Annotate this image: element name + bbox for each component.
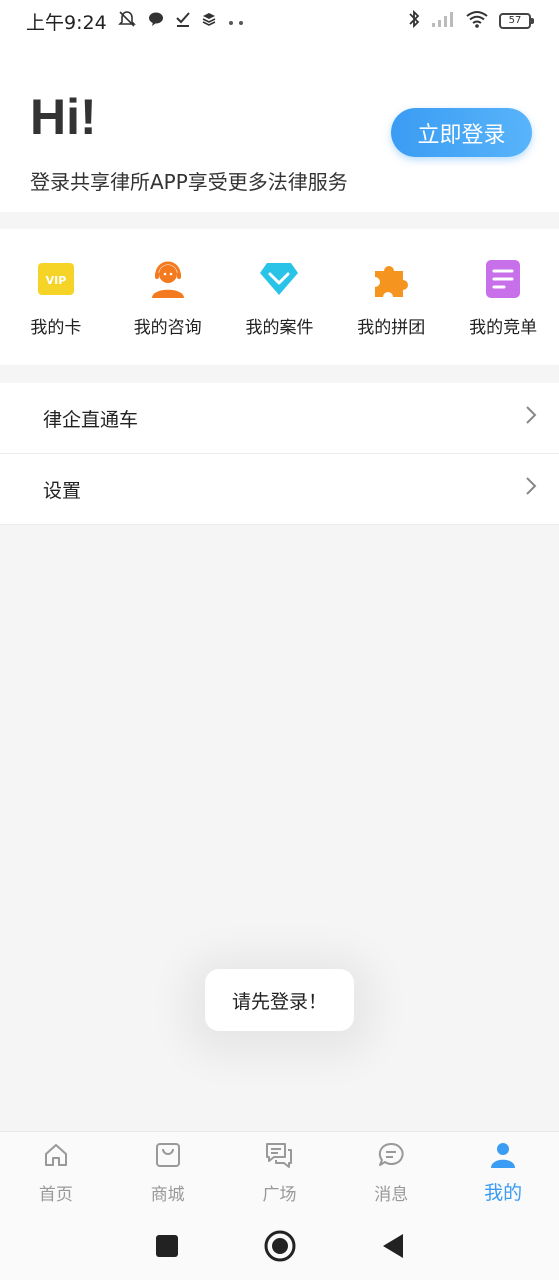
status-time: 上午9:24: [26, 11, 107, 34]
quick-link-label: 我的竞单: [469, 318, 538, 338]
system-nav-bar: [0, 1211, 559, 1280]
chat-icon: [147, 10, 165, 32]
bottom-tab-bar: 首页 商城 广场 消息 我的: [0, 1131, 559, 1211]
puzzle-icon: [371, 259, 411, 299]
quick-links-row: VIP 我的卡 我的咨询 我的案件 我的拼团 我的竞单: [0, 229, 559, 365]
check-icon: [175, 10, 191, 32]
status-bar: 上午9:24 57: [0, 0, 559, 42]
chevron-right-icon: [525, 405, 537, 431]
menu-item-label: 律企直通车: [43, 408, 139, 431]
tab-label: 首页: [38, 1185, 73, 1205]
quick-link-label: 我的卡: [30, 318, 82, 338]
home-icon: [41, 1140, 71, 1170]
signal-icon: [431, 10, 455, 33]
profile-header: Hi! 登录共享律所APP享受更多法律服务 立即登录: [0, 42, 559, 212]
toast-message: 请先登录！: [205, 969, 354, 1031]
tab-mine[interactable]: 我的: [447, 1132, 559, 1211]
greeting-title: Hi!: [30, 89, 97, 145]
quick-link-my-consult[interactable]: 我的咨询: [112, 229, 224, 365]
user-icon: [488, 1140, 518, 1170]
shopping-bag-icon: [153, 1140, 183, 1170]
diamond-icon: [259, 259, 299, 299]
message-icon: [376, 1140, 406, 1170]
tab-square[interactable]: 广场: [224, 1132, 336, 1211]
quick-link-label: 我的咨询: [133, 318, 202, 338]
quick-link-my-card[interactable]: VIP 我的卡: [0, 229, 112, 365]
home-nav-button[interactable]: [260, 1226, 300, 1266]
wifi-icon: [465, 10, 489, 33]
bluetooth-icon: [407, 9, 421, 34]
battery-icon: 57: [499, 13, 534, 29]
profile-page: 上午9:24 57 Hi! 登录共享律所APP享受更多法律服务 立即登录 VIP…: [0, 0, 559, 1280]
back-nav-button[interactable]: [373, 1226, 413, 1266]
more-icon: [227, 12, 245, 31]
menu-list: 律企直通车 设置: [0, 383, 559, 525]
vip-card-icon: VIP: [36, 259, 76, 299]
tab-label: 我的: [484, 1182, 523, 1204]
menu-item-law-firm-express[interactable]: 律企直通车: [0, 383, 559, 454]
svg-text:VIP: VIP: [46, 274, 67, 287]
tab-label: 广场: [262, 1185, 297, 1205]
quick-link-my-group-buy[interactable]: 我的拼团: [335, 229, 447, 365]
tab-home[interactable]: 首页: [0, 1132, 112, 1211]
quick-link-label: 我的拼团: [357, 318, 426, 338]
chevron-right-icon: [525, 476, 537, 502]
quick-link-label: 我的案件: [245, 318, 314, 338]
headset-person-icon: [148, 259, 188, 299]
menu-item-settings[interactable]: 设置: [0, 454, 559, 525]
login-hint-text: 登录共享律所APP享受更多法律服务: [30, 170, 348, 194]
menu-item-label: 设置: [43, 479, 82, 502]
document-icon: [483, 259, 523, 299]
quick-link-my-cases[interactable]: 我的案件: [224, 229, 336, 365]
quick-link-my-bids[interactable]: 我的竞单: [447, 229, 559, 365]
tab-label: 消息: [374, 1185, 409, 1205]
tab-mall[interactable]: 商城: [112, 1132, 224, 1211]
chat-bubbles-icon: [264, 1140, 294, 1170]
login-button[interactable]: 立即登录: [391, 108, 532, 157]
tab-messages[interactable]: 消息: [335, 1132, 447, 1211]
recent-apps-button[interactable]: [147, 1226, 187, 1266]
tab-label: 商城: [150, 1185, 185, 1205]
layers-icon: [201, 11, 217, 31]
mute-bell-icon: [117, 9, 137, 33]
